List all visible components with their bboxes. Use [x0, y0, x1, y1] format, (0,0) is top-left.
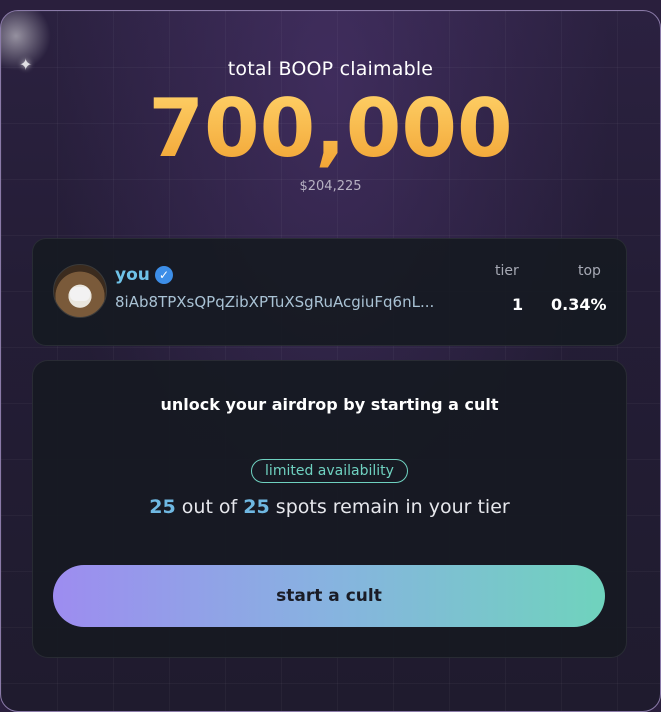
top-label: top [578, 263, 601, 279]
spots-middle-text: out of [175, 496, 244, 518]
availability-badge: limited availability [251, 459, 408, 483]
verified-check-icon: ✓ [155, 266, 173, 284]
spots-remaining-text: 25 out of 25 spots remain in your tier [33, 496, 626, 518]
cult-card: unlock your airdrop by starting a cult l… [32, 360, 627, 658]
tier-label: tier [495, 263, 519, 279]
cult-title: unlock your airdrop by starting a cult [160, 395, 499, 414]
claimable-usd-value: $204,225 [299, 179, 362, 194]
spots-remaining-count: 25 [149, 496, 176, 518]
user-card: you ✓ 8iAb8TPXsQPqZibXPTuXSgRuAcgiuFq6nL… [32, 238, 627, 346]
avatar [53, 264, 107, 318]
wallet-address: 8iAb8TPXsQPqZibXPTuXSgRuAcgiuFq6nL... [115, 293, 435, 311]
claimable-label: total BOOP claimable [227, 58, 434, 80]
claimable-amount: 700,000 [0, 84, 661, 174]
spots-total-count: 25 [243, 496, 270, 518]
start-cult-button[interactable]: start a cult [53, 565, 605, 627]
spots-suffix-text: spots remain in your tier [269, 496, 510, 518]
badge-wrap: limited availability [33, 459, 626, 483]
top-value: 0.34% [551, 295, 607, 314]
avatar-face [70, 287, 90, 301]
user-name: you [115, 265, 150, 285]
tier-value: 1 [512, 295, 524, 314]
